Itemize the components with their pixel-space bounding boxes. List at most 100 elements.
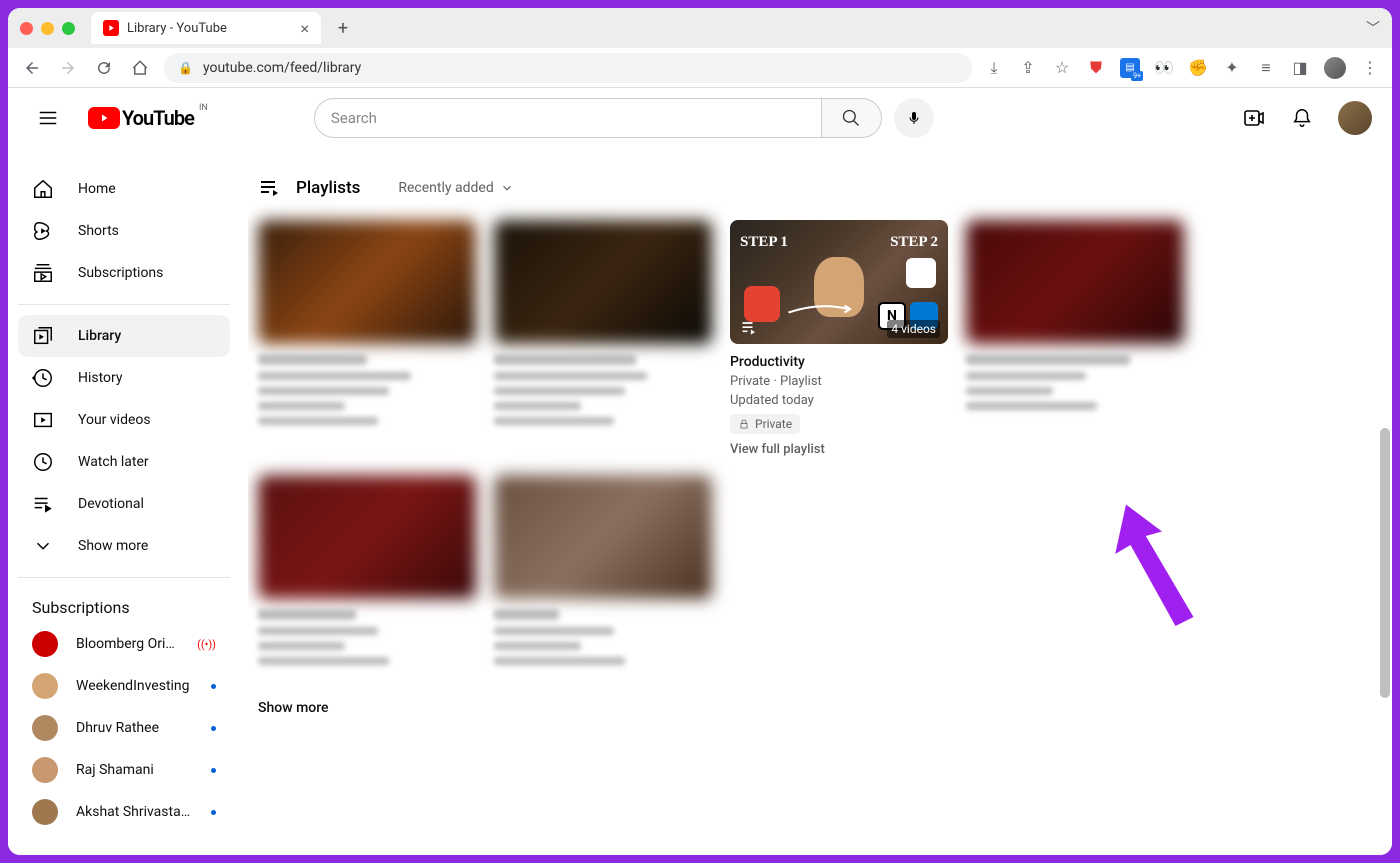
sidebar-item-history[interactable]: History <box>18 357 230 399</box>
sort-dropdown[interactable]: Recently added <box>398 180 513 196</box>
new-content-dot-icon <box>211 810 216 815</box>
sidebar-item-watch-later[interactable]: Watch later <box>18 441 230 483</box>
scrollbar-thumb[interactable] <box>1380 428 1390 698</box>
create-button[interactable] <box>1242 106 1266 130</box>
lock-icon <box>738 418 750 430</box>
playlist-card-blurred[interactable] <box>258 220 476 457</box>
channel-name: WeekendInvesting <box>76 678 193 694</box>
playlist-card-blurred[interactable] <box>494 220 712 457</box>
youtube-play-icon <box>88 107 120 129</box>
youtube-body: Home Shorts Subscriptions Library <box>8 88 1392 855</box>
reload-button[interactable] <box>92 56 116 80</box>
subscription-channel[interactable]: Dhruv Rathee <box>18 707 230 749</box>
playlist-thumbnail <box>966 220 1184 344</box>
url-input[interactable]: 🔒 youtube.com/feed/library <box>164 53 972 83</box>
voice-search-button[interactable] <box>894 98 934 138</box>
address-bar: 🔒 youtube.com/feed/library ⤓ ⇪ ☆ ⛊ ▤ 👀 ✊… <box>8 48 1392 88</box>
minimize-window-button[interactable] <box>41 22 54 35</box>
playlist-thumbnail <box>258 220 476 344</box>
sidebar: Home Shorts Subscriptions Library <box>8 88 248 855</box>
back-button[interactable] <box>20 56 44 80</box>
new-content-dot-icon <box>211 684 216 689</box>
sidebar-item-show-more[interactable]: Show more <box>18 525 230 567</box>
sidebar-label: Library <box>78 328 121 344</box>
browser-profile-avatar[interactable] <box>1324 57 1346 79</box>
live-badge-icon: ((•)) <box>197 638 216 651</box>
sidebar-subscriptions-header: Subscriptions <box>18 588 230 623</box>
forward-button[interactable] <box>56 56 80 80</box>
playlist-thumbnail <box>494 220 712 344</box>
private-badge: Private <box>730 414 800 434</box>
new-tab-button[interactable]: + <box>329 14 357 42</box>
browser-menu-icon[interactable]: ⋮ <box>1360 58 1380 78</box>
home-icon <box>32 178 54 200</box>
playlist-card-productivity[interactable]: N 4 videos Productivity Private · Playli… <box>730 220 948 457</box>
sidebar-item-library[interactable]: Library <box>18 315 230 357</box>
sidebar-label: Show more <box>78 538 148 554</box>
playlist-card-blurred[interactable] <box>494 475 712 672</box>
hamburger-menu-button[interactable] <box>28 98 68 138</box>
search-input[interactable]: Search <box>314 98 822 138</box>
subscription-channel[interactable]: Raj Shamani <box>18 749 230 791</box>
youtube-region-label: IN <box>199 103 208 113</box>
maximize-window-button[interactable] <box>62 22 75 35</box>
new-content-dot-icon <box>211 768 216 773</box>
video-count-badge: 4 videos <box>887 320 940 338</box>
download-icon[interactable]: ⤓ <box>984 58 1004 78</box>
sidepanel-icon[interactable]: ◨ <box>1290 58 1310 78</box>
home-icon[interactable] <box>128 56 152 80</box>
ublock-icon[interactable]: ⛊ <box>1086 58 1106 78</box>
new-content-dot-icon <box>211 726 216 731</box>
browser-window: Library - YouTube × + ﹀ 🔒 youtube.com/fe… <box>8 8 1392 855</box>
close-tab-icon[interactable]: × <box>300 19 309 38</box>
sidebar-item-subscriptions[interactable]: Subscriptions <box>18 252 230 294</box>
playlist-icon <box>258 176 282 200</box>
tab-title: Library - YouTube <box>127 21 227 36</box>
extension-icon-2[interactable]: ✊ <box>1188 58 1208 78</box>
header-right <box>1242 101 1372 135</box>
toolbar-icons: ⤓ ⇪ ☆ ⛊ ▤ 👀 ✊ ✦ ≡ ◨ ⋮ <box>984 57 1380 79</box>
playlist-card-blurred[interactable] <box>258 475 476 672</box>
browser-tab[interactable]: Library - YouTube × <box>91 12 321 44</box>
subscription-channel[interactable]: WeekendInvesting <box>18 665 230 707</box>
url-text: youtube.com/feed/library <box>203 60 361 76</box>
extension-badge-icon[interactable]: ▤ <box>1120 58 1140 78</box>
blurred-text <box>966 354 1184 410</box>
show-more-button[interactable]: Show more <box>258 700 1392 716</box>
scrollbar-track[interactable] <box>1380 148 1390 845</box>
subscription-channel[interactable]: Akshat Shrivasta… <box>18 791 230 833</box>
sidebar-item-devotional[interactable]: Devotional <box>18 483 230 525</box>
sidebar-label: Devotional <box>78 496 144 512</box>
subscription-channel[interactable]: Bloomberg Origi… ((•)) <box>18 623 230 665</box>
sidebar-item-shorts[interactable]: Shorts <box>18 210 230 252</box>
share-icon[interactable]: ⇪ <box>1018 58 1038 78</box>
window-controls <box>20 22 75 35</box>
sidebar-item-your-videos[interactable]: Your videos <box>18 399 230 441</box>
sidebar-item-home[interactable]: Home <box>18 168 230 210</box>
tabs-chevron-icon[interactable]: ﹀ <box>1366 18 1380 38</box>
search-button[interactable] <box>822 98 882 138</box>
playlist-overlay-icon <box>738 318 762 338</box>
section-header: Playlists Recently added <box>258 168 1392 220</box>
reading-list-icon[interactable]: ≡ <box>1256 58 1276 78</box>
close-window-button[interactable] <box>20 22 33 35</box>
playlist-card-blurred[interactable] <box>966 220 1184 457</box>
playlist-updated: Updated today <box>730 393 948 408</box>
subscriptions-icon <box>32 262 54 284</box>
extensions-puzzle-icon[interactable]: ✦ <box>1222 58 1242 78</box>
view-full-playlist-link[interactable]: View full playlist <box>730 442 948 457</box>
youtube-logo[interactable]: YouTube IN <box>88 106 194 130</box>
channel-name: Dhruv Rathee <box>76 720 193 736</box>
playlist-title: Productivity <box>730 354 948 370</box>
youtube-favicon-icon <box>103 20 119 36</box>
channel-avatar <box>32 631 58 657</box>
extension-icon[interactable]: 👀 <box>1154 58 1174 78</box>
sidebar-label: Watch later <box>78 454 149 470</box>
blurred-text <box>494 609 712 665</box>
account-avatar[interactable] <box>1338 101 1372 135</box>
your-videos-icon <box>32 409 54 431</box>
star-icon[interactable]: ☆ <box>1052 58 1072 78</box>
channel-avatar <box>32 673 58 699</box>
notifications-button[interactable] <box>1290 106 1314 130</box>
playlist-grid: N 4 videos Productivity Private · Playli… <box>258 220 1392 672</box>
